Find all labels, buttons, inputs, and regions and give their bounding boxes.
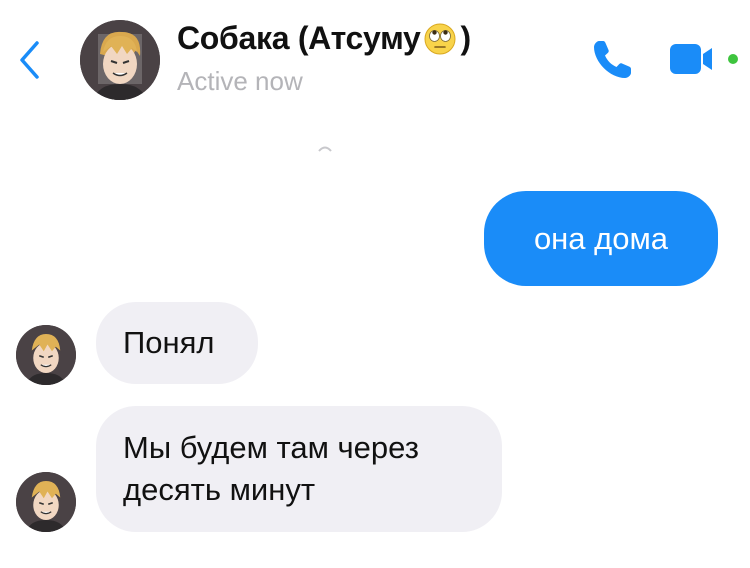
- phone-icon: [594, 41, 631, 78]
- rolling-eyes-emoji: [424, 23, 456, 54]
- sender-avatar[interactable]: [16, 325, 76, 385]
- message-outgoing[interactable]: она дома: [484, 191, 718, 286]
- online-dot: [728, 54, 738, 64]
- call-button[interactable]: [590, 36, 636, 82]
- message-text: Мы будем там через десять минут: [123, 430, 419, 507]
- message-text: она дома: [533, 220, 669, 256]
- presence-status: Active now: [177, 66, 303, 96]
- contact-name-text: Собака (Атсуму: [177, 20, 421, 56]
- chat-header: Собака (Атсуму ) Active now: [0, 0, 750, 120]
- sender-avatar-image: [16, 472, 76, 532]
- contact-avatar[interactable]: [80, 20, 160, 100]
- video-call-button[interactable]: [670, 40, 740, 80]
- message-incoming[interactable]: Понял: [96, 302, 258, 384]
- scroll-indicator: [318, 146, 332, 152]
- video-camera-icon: [670, 44, 738, 74]
- back-button[interactable]: [14, 38, 44, 82]
- message-text: Понял: [123, 325, 215, 360]
- sender-avatar-image: [16, 325, 76, 385]
- sender-avatar[interactable]: [16, 472, 76, 532]
- contact-avatar-image: [80, 20, 160, 100]
- contact-name: Собака (Атсуму ): [177, 20, 471, 57]
- contact-name-close: ): [460, 20, 472, 56]
- chevron-left-icon: [20, 41, 39, 79]
- message-incoming[interactable]: Мы будем там через десять минут: [96, 406, 502, 532]
